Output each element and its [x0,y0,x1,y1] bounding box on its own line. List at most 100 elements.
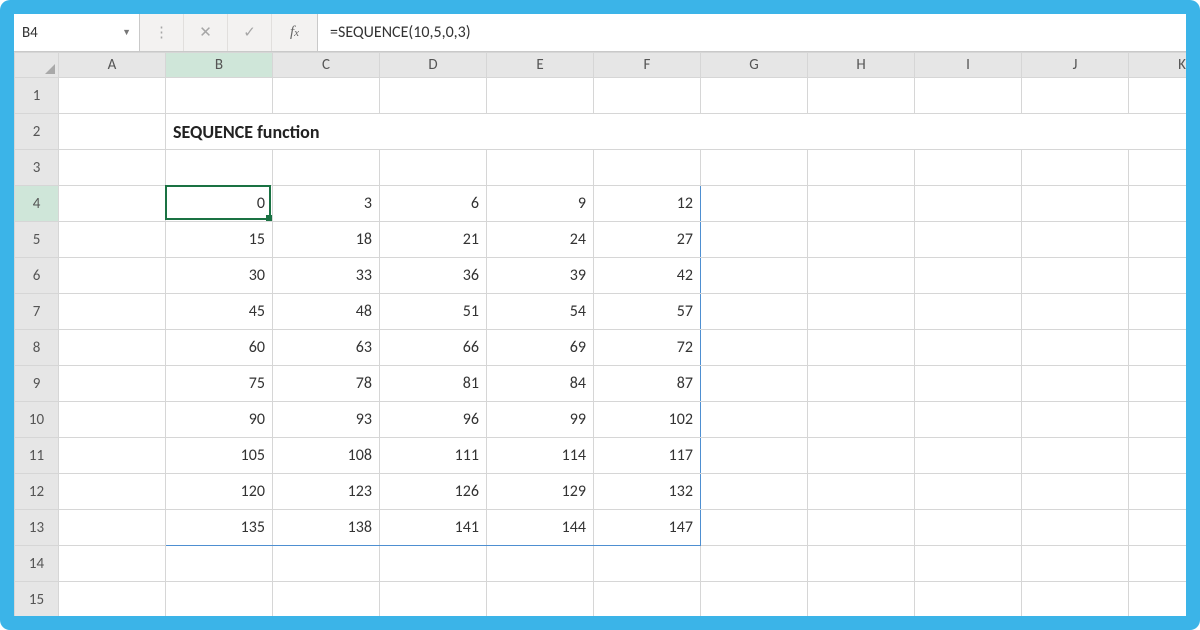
cell-E1[interactable] [487,78,594,114]
cell-G4[interactable] [701,186,808,222]
cell-B14[interactable] [166,546,273,582]
cell-D6[interactable]: 36 [380,258,487,294]
cell-J4[interactable] [1022,186,1129,222]
cell-J14[interactable] [1022,546,1129,582]
cell-G15[interactable] [701,582,808,617]
cell-D7[interactable]: 51 [380,294,487,330]
cell-G12[interactable] [701,474,808,510]
cell-I10[interactable] [915,402,1022,438]
enter-icon[interactable]: ✓ [228,14,272,51]
cell-D14[interactable] [380,546,487,582]
cell-B3[interactable] [166,150,273,186]
cell-D11[interactable]: 111 [380,438,487,474]
cell-D15[interactable] [380,582,487,617]
cell-I6[interactable] [915,258,1022,294]
cell-H4[interactable] [808,186,915,222]
cell-C12[interactable]: 123 [273,474,380,510]
cell-I7[interactable] [915,294,1022,330]
cell-G11[interactable] [701,438,808,474]
col-header-I[interactable]: I [915,53,1022,78]
cell-K12[interactable] [1129,474,1187,510]
cell-C8[interactable]: 63 [273,330,380,366]
cell-C14[interactable] [273,546,380,582]
col-header-H[interactable]: H [808,53,915,78]
cell-G1[interactable] [701,78,808,114]
cell-H3[interactable] [808,150,915,186]
select-all-corner[interactable] [15,53,59,78]
cell-B12[interactable]: 120 [166,474,273,510]
cell-F4[interactable]: 12 [594,186,701,222]
row-header-10[interactable]: 10 [15,402,59,438]
cell-A1[interactable] [59,78,166,114]
cell-E14[interactable] [487,546,594,582]
cell-F11[interactable]: 117 [594,438,701,474]
cell-J1[interactable] [1022,78,1129,114]
cell-J13[interactable] [1022,510,1129,546]
cell-E12[interactable]: 129 [487,474,594,510]
cell-H10[interactable] [808,402,915,438]
cell-I8[interactable] [915,330,1022,366]
col-header-J[interactable]: J [1022,53,1129,78]
cell-G5[interactable] [701,222,808,258]
cell-I9[interactable] [915,366,1022,402]
cell-H12[interactable] [808,474,915,510]
cell-H1[interactable] [808,78,915,114]
col-header-A[interactable]: A [59,53,166,78]
row-header-9[interactable]: 9 [15,366,59,402]
col-header-D[interactable]: D [380,53,487,78]
cell-G13[interactable] [701,510,808,546]
row-header-13[interactable]: 13 [15,510,59,546]
cell-D4[interactable]: 6 [380,186,487,222]
cell-D8[interactable]: 66 [380,330,487,366]
cell-B9[interactable]: 75 [166,366,273,402]
cell-K14[interactable] [1129,546,1187,582]
sheet-area[interactable]: ABCDEFGHIJK12SEQUENCE function3403691251… [14,52,1186,616]
cell-C5[interactable]: 18 [273,222,380,258]
cell-E3[interactable] [487,150,594,186]
cell-G7[interactable] [701,294,808,330]
cell-H15[interactable] [808,582,915,617]
row-header-12[interactable]: 12 [15,474,59,510]
cell-E10[interactable]: 99 [487,402,594,438]
cell-E8[interactable]: 69 [487,330,594,366]
cell-C3[interactable] [273,150,380,186]
cell-G6[interactable] [701,258,808,294]
cell-A2[interactable] [59,114,166,150]
cell-J10[interactable] [1022,402,1129,438]
cell-J8[interactable] [1022,330,1129,366]
cell-E13[interactable]: 144 [487,510,594,546]
cell-J7[interactable] [1022,294,1129,330]
formula-input[interactable]: =SEQUENCE(10,5,0,3) [318,14,1186,51]
cell-I13[interactable] [915,510,1022,546]
cell-F6[interactable]: 42 [594,258,701,294]
cell-K4[interactable] [1129,186,1187,222]
cell-E6[interactable]: 39 [487,258,594,294]
cell-B1[interactable] [166,78,273,114]
cell-J3[interactable] [1022,150,1129,186]
cell-K10[interactable] [1129,402,1187,438]
cell-B15[interactable] [166,582,273,617]
cell-K15[interactable] [1129,582,1187,617]
cell-A15[interactable] [59,582,166,617]
cell-E15[interactable] [487,582,594,617]
cell-G14[interactable] [701,546,808,582]
cell-D10[interactable]: 96 [380,402,487,438]
cell-C4[interactable]: 3 [273,186,380,222]
cell-C1[interactable] [273,78,380,114]
cell-C10[interactable]: 93 [273,402,380,438]
cell-G8[interactable] [701,330,808,366]
col-header-B[interactable]: B [166,53,273,78]
cell-B6[interactable]: 30 [166,258,273,294]
col-header-C[interactable]: C [273,53,380,78]
col-header-E[interactable]: E [487,53,594,78]
cell-K7[interactable] [1129,294,1187,330]
cell-H6[interactable] [808,258,915,294]
cell-K6[interactable] [1129,258,1187,294]
cell-A9[interactable] [59,366,166,402]
row-header-2[interactable]: 2 [15,114,59,150]
cell-C11[interactable]: 108 [273,438,380,474]
cell-E7[interactable]: 54 [487,294,594,330]
cell-I12[interactable] [915,474,1022,510]
cell-J6[interactable] [1022,258,1129,294]
cell-D3[interactable] [380,150,487,186]
